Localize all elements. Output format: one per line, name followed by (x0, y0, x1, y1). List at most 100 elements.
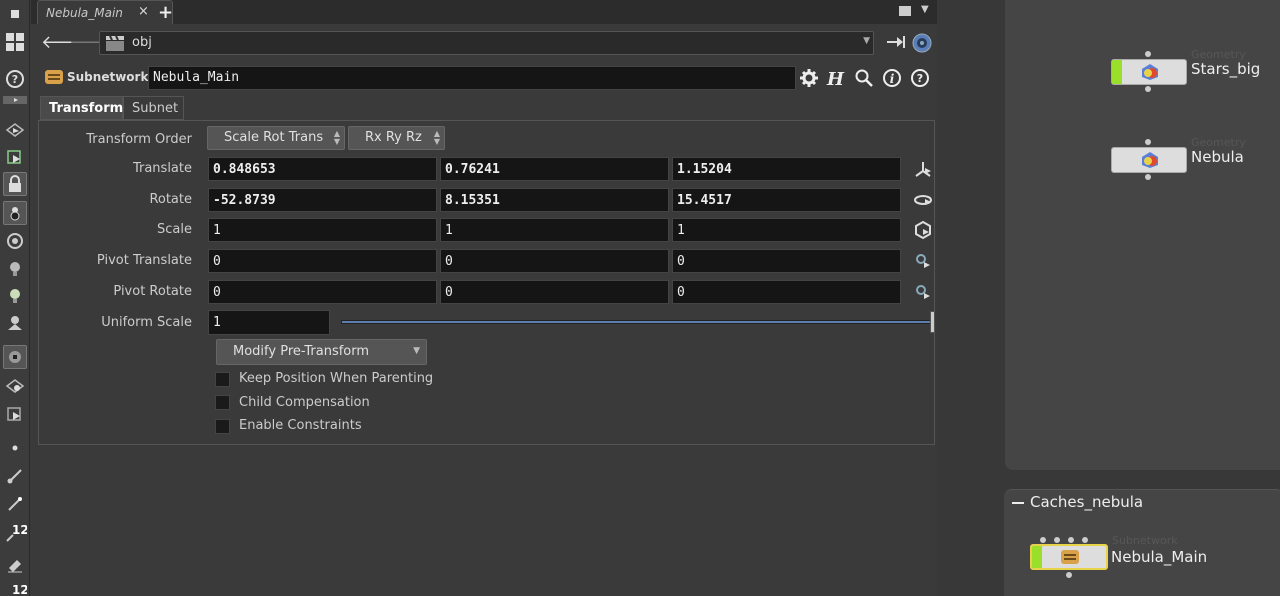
clapboard-icon (106, 35, 124, 51)
eraser-icon[interactable] (3, 552, 27, 576)
scale-y-field[interactable]: 1 (440, 218, 669, 242)
close-icon[interactable]: × (138, 4, 149, 19)
operator-name-field[interactable]: Nebula_Main (148, 66, 796, 90)
transform-order-menu[interactable]: Scale Rot Trans ▲ ▼ (207, 126, 345, 150)
rotate-handle-icon[interactable] (913, 190, 933, 210)
network-editor: Geometry Stars_big Geometry Nebula Cache… (937, 0, 1280, 596)
pin-icon[interactable] (885, 33, 907, 51)
uniform-scale-field[interactable]: 1 (208, 310, 330, 335)
maximize-icon[interactable] (899, 6, 911, 16)
translate-y-field[interactable]: 0.76241 (440, 157, 669, 181)
uniform-scale-label: Uniform Scale (101, 315, 192, 330)
collapse-icon[interactable] (1012, 501, 1024, 504)
updown-arrow-icon: ▲ ▼ (433, 129, 440, 146)
node-output-dot[interactable] (1066, 572, 1072, 578)
rotation-order-menu[interactable]: Rx Ry Rz ▲ ▼ (348, 126, 445, 150)
pivot-translate-z-field[interactable]: 0 (672, 249, 901, 273)
child-compensation-label: Child Compensation (239, 395, 370, 410)
pivot-translate-x-field[interactable]: 0 (208, 249, 437, 273)
counter-badge-icon[interactable]: 12 (3, 521, 27, 545)
rotate-z-field[interactable]: 15.4517 (672, 188, 901, 212)
pivot-rotate-handle-icon[interactable] (913, 282, 933, 302)
pivot-translate-label: Pivot Translate (96, 253, 192, 268)
scale-handle-icon[interactable] (913, 220, 933, 240)
child-compensation-checkbox[interactable] (215, 395, 230, 410)
pivot-rotate-x-field[interactable]: 0 (208, 280, 437, 304)
help-icon[interactable]: ? (908, 66, 932, 90)
modify-menu-value: Modify Pre-Transform (233, 344, 370, 359)
sphere-icon[interactable] (3, 229, 27, 253)
pivot-handle-icon[interactable] (913, 251, 933, 271)
rotate-y-field[interactable]: 8.15351 (440, 188, 669, 212)
svg-text:12: 12 (12, 523, 27, 537)
node-nebula-main[interactable] (1030, 544, 1108, 570)
keep-position-checkbox[interactable] (215, 372, 230, 387)
rotate-label: Rotate (149, 192, 192, 207)
node-stars-big[interactable] (1111, 59, 1187, 85)
search-icon[interactable] (852, 66, 876, 90)
node-input-dot[interactable] (1145, 51, 1151, 57)
modify-pre-transform-menu[interactable]: Modify Pre-Transform ▼ (216, 339, 427, 365)
rotate-x-field[interactable]: -52.8739 (208, 188, 437, 212)
scale-z-field[interactable]: 1 (672, 218, 901, 242)
node-output-dot[interactable] (1145, 86, 1151, 92)
uniform-scale-slider[interactable] (341, 320, 931, 324)
render-view-icon[interactable] (3, 402, 27, 426)
translate-handle-icon[interactable] (913, 159, 933, 179)
brush-icon[interactable] (3, 464, 27, 488)
pen-icon[interactable] (3, 492, 27, 516)
node-input-dot[interactable] (1054, 537, 1060, 543)
translate-x-field[interactable]: 0.848653 (208, 157, 437, 181)
node-input-dot[interactable] (1145, 139, 1151, 145)
node-input-dot[interactable] (1040, 537, 1046, 543)
info-icon[interactable]: i (880, 66, 904, 90)
chevron-down-icon[interactable]: ▼ (863, 36, 870, 46)
gear-icon[interactable] (797, 66, 821, 90)
pivot-rotate-y-field[interactable]: 0 (440, 280, 669, 304)
select-tool-icon[interactable] (3, 118, 27, 142)
camera-view-icon[interactable] (3, 201, 27, 225)
enable-constraints-checkbox[interactable] (215, 419, 230, 434)
pivot-rotate-label: Pivot Rotate (113, 284, 192, 299)
counter-badge-icon-2[interactable]: 12 (3, 578, 27, 596)
display-flag[interactable] (1112, 60, 1122, 84)
node-input-dot[interactable] (1082, 537, 1088, 543)
node-input-dot[interactable] (1068, 537, 1074, 543)
lock-icon[interactable] (3, 172, 27, 196)
network-box-title[interactable]: Caches_nebula (1012, 493, 1143, 511)
view-tool-icon[interactable] (3, 374, 27, 398)
link-target-icon[interactable] (911, 32, 933, 54)
transform-tool-icon[interactable] (3, 145, 27, 169)
pivot-rotate-z-field[interactable]: 0 (672, 280, 901, 304)
node-name: Nebula_Main (1111, 548, 1208, 566)
uniform-scale-slider-handle[interactable] (930, 311, 935, 333)
object-icon[interactable] (3, 311, 27, 335)
parameter-pane: Nebula_Main × + ▼ 🡐 🡒 obj ▼ Subnetwork N… (31, 0, 937, 596)
translate-z-field[interactable]: 1.15204 (672, 157, 901, 181)
node-name: Nebula (1191, 148, 1244, 166)
scale-x-field[interactable]: 1 (208, 218, 437, 242)
tab-transform[interactable]: Transform (40, 96, 123, 120)
menu-icon[interactable] (3, 2, 27, 26)
network-box-caches-nebula[interactable]: Caches_nebula Subnetwork Nebula_Main (1004, 489, 1280, 596)
light-icon[interactable] (3, 284, 27, 308)
layout-grid-icon[interactable] (3, 30, 27, 54)
pivot-translate-y-field[interactable]: 0 (440, 249, 669, 273)
node-nebula[interactable] (1111, 147, 1187, 173)
new-tab-button[interactable]: + (158, 2, 173, 23)
path-field[interactable]: obj ▼ (99, 31, 874, 55)
updown-arrow-icon: ▲ ▼ (333, 129, 340, 146)
geometry-icon (1142, 64, 1158, 80)
help-icon[interactable]: ? (3, 67, 27, 91)
light-bulb-icon[interactable] (3, 257, 27, 281)
scroll-arrow-icon[interactable] (3, 95, 27, 105)
node-output-dot[interactable] (1145, 174, 1151, 180)
houdini-h-icon[interactable]: H (823, 66, 847, 90)
tab-subnet[interactable]: Subnet (123, 96, 184, 120)
tab-nebula-main[interactable]: Nebula_Main × + (37, 0, 173, 24)
network-box-title-text: Caches_nebula (1030, 493, 1144, 511)
display-flag[interactable] (1032, 546, 1042, 568)
dot-icon[interactable] (3, 436, 27, 460)
pane-menu-icon[interactable]: ▼ (921, 4, 929, 15)
snap-icon[interactable] (3, 345, 27, 369)
